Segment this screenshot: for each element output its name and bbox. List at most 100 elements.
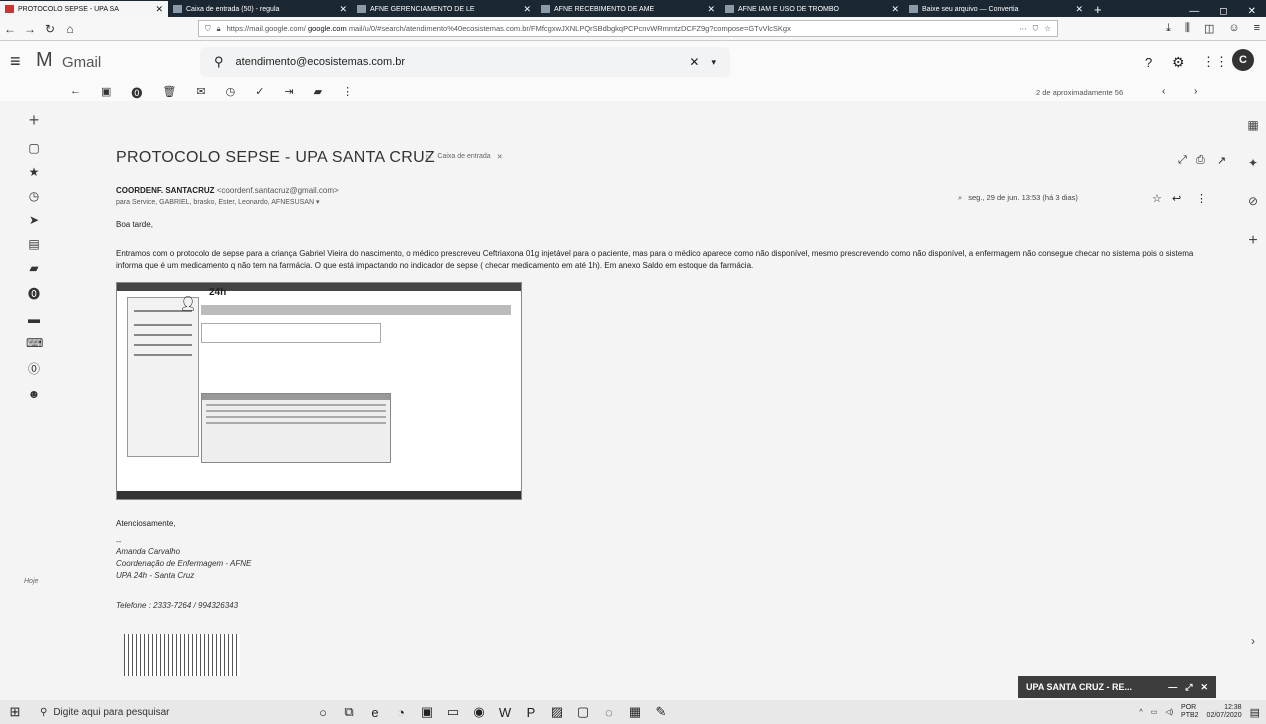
- reply-icon[interactable]: ↩: [1172, 192, 1181, 205]
- search-bar[interactable]: ⚲ atendimento@ecosistemas.com.br ✕ ▾: [200, 47, 730, 77]
- search-input[interactable]: atendimento@ecosistemas.com.br: [236, 56, 406, 68]
- label-chip[interactable]: ▷ Caixa de entrada ✕: [426, 153, 503, 161]
- cortana-icon[interactable]: ○: [310, 705, 336, 720]
- pocket-icon[interactable]: ⛉: [1033, 24, 1039, 34]
- help-icon[interactable]: ?: [1145, 55, 1152, 70]
- close-tab-icon[interactable]: ✕: [339, 4, 347, 15]
- older-icon[interactable]: ›: [1194, 86, 1197, 97]
- sent-icon[interactable]: ➤: [26, 213, 42, 227]
- browser-tab[interactable]: AFNE RECEBIMENTO DE AME ✕: [536, 1, 720, 17]
- chat-window-bar[interactable]: UPA SANTA CRUZ - RE... — ⤢ ✕: [1018, 676, 1216, 698]
- meet-icon[interactable]: ▬: [26, 312, 42, 326]
- close-tab-icon[interactable]: ✕: [707, 4, 715, 15]
- edge-icon[interactable]: e: [362, 705, 388, 720]
- chat-close-icon[interactable]: ✕: [1200, 682, 1208, 693]
- network-icon[interactable]: ▭: [1151, 708, 1158, 716]
- archive-icon[interactable]: ▣: [101, 85, 111, 101]
- apps-grid-icon[interactable]: ⋮⋮: [1202, 54, 1228, 70]
- store-icon[interactable]: ▣: [414, 704, 440, 720]
- contacts-icon[interactable]: ☻: [26, 387, 42, 401]
- search-icon[interactable]: ⚲: [214, 54, 224, 70]
- windows-start-icon[interactable]: ⊞: [0, 704, 30, 720]
- print-icon[interactable]: ⎙: [1196, 154, 1205, 167]
- forward-icon[interactable]: →: [20, 22, 40, 36]
- remove-label-icon[interactable]: ✕: [497, 153, 503, 161]
- chrome-icon[interactable]: ◉: [466, 704, 492, 720]
- browser-tab[interactable]: AFNE GERENCIAMENTO DE LE ✕: [352, 1, 536, 17]
- inbox-icon[interactable]: ▢: [26, 141, 42, 155]
- home-icon[interactable]: ⌂: [60, 22, 80, 36]
- project-icon[interactable]: P: [518, 705, 544, 720]
- bookmark-star-icon[interactable]: ☆: [1044, 24, 1051, 33]
- star-icon[interactable]: ☆: [1152, 192, 1162, 205]
- pen-icon[interactable]: ✎: [648, 704, 674, 720]
- browser-tab[interactable]: Caixa de entrada (50) - regula ✕: [168, 1, 352, 17]
- move-to-icon[interactable]: ⇥: [284, 85, 293, 101]
- keep-icon[interactable]: ✦: [1248, 156, 1258, 170]
- calculator-icon[interactable]: ▦: [622, 704, 648, 720]
- recipients-line[interactable]: para Service, GABRIEL, brasko, Ester, Le…: [116, 198, 320, 206]
- hangouts-icon[interactable]: ⓪: [26, 360, 42, 377]
- more-icon[interactable]: ⋯: [1019, 24, 1027, 33]
- more-options-icon[interactable]: ⋮: [1196, 192, 1207, 205]
- sidebar-icon[interactable]: ◫: [1204, 22, 1214, 35]
- compose-plus-icon[interactable]: +: [26, 110, 42, 131]
- language-indicator[interactable]: POR PTB2: [1181, 704, 1199, 720]
- menu-icon[interactable]: ≡: [1254, 22, 1260, 35]
- snoozed-icon[interactable]: ◷: [26, 189, 42, 203]
- browser-tab[interactable]: AFNE IAM E USO DE TROMBO ✕: [720, 1, 904, 17]
- calendar-icon[interactable]: ▦: [1247, 118, 1258, 132]
- add-addon-icon[interactable]: +: [1248, 232, 1257, 250]
- files-icon[interactable]: ▢: [570, 704, 596, 720]
- starred-icon[interactable]: ★: [26, 165, 42, 179]
- mark-unread-icon[interactable]: ✉: [196, 85, 205, 101]
- word-icon[interactable]: W: [492, 705, 518, 720]
- delete-icon[interactable]: 🗑︎: [162, 85, 176, 101]
- attached-screenshot[interactable]: 👤︎ 24h: [116, 282, 522, 500]
- app-icon[interactable]: ◌: [596, 705, 622, 720]
- tray-chevron-icon[interactable]: ^: [1139, 709, 1142, 716]
- snooze-icon[interactable]: ◷: [226, 85, 236, 101]
- search-options-icon[interactable]: ▾: [711, 57, 716, 68]
- close-tab-icon[interactable]: ✕: [155, 4, 163, 15]
- close-tab-icon[interactable]: ✕: [891, 4, 899, 15]
- avatar[interactable]: C: [1232, 49, 1254, 71]
- keyboard-icon[interactable]: ⌨: [26, 336, 43, 350]
- back-to-list-icon[interactable]: ←: [70, 85, 81, 101]
- newer-icon[interactable]: ‹: [1162, 86, 1165, 97]
- labels-icon[interactable]: ▰: [314, 85, 322, 101]
- close-window-icon[interactable]: ✕: [1238, 6, 1266, 17]
- reload-icon[interactable]: ↻: [40, 22, 60, 36]
- drafts-icon[interactable]: ▤: [26, 237, 42, 251]
- account-icon[interactable]: ☺: [1228, 22, 1239, 35]
- library-icon[interactable]: ⫼: [1185, 22, 1190, 35]
- spam-icon[interactable]: ⓿: [26, 285, 42, 302]
- report-spam-icon[interactable]: ⓿: [131, 85, 142, 101]
- open-new-window-icon[interactable]: ↗: [1217, 154, 1226, 167]
- more-actions-icon[interactable]: ⋮: [342, 85, 353, 101]
- firefox-icon[interactable]: ◔: [388, 705, 414, 720]
- browser-tab[interactable]: PROTOCOLO SEPSE - UPA SA ✕: [0, 1, 168, 17]
- close-tab-icon[interactable]: ✕: [523, 4, 531, 15]
- volume-icon[interactable]: ◁): [1165, 708, 1173, 716]
- chat-minimize-icon[interactable]: —: [1168, 682, 1177, 692]
- notifications-icon[interactable]: ▤: [1250, 706, 1260, 719]
- sender-name[interactable]: COORDENF. SANTACRUZ: [116, 186, 215, 195]
- add-task-icon[interactable]: ✓: [255, 85, 264, 101]
- explorer-icon[interactable]: ▭: [440, 704, 466, 720]
- task-view-icon[interactable]: ⧉: [336, 704, 362, 720]
- close-tab-icon[interactable]: ✕: [1075, 4, 1083, 15]
- download-icon[interactable]: ⤓: [1166, 22, 1171, 35]
- minimize-icon[interactable]: —: [1179, 6, 1209, 17]
- browser-tab[interactable]: Baixe seu arquivo — Convertia ✕: [904, 1, 1088, 17]
- label-icon[interactable]: ▰: [26, 261, 42, 275]
- photos-icon[interactable]: ▨: [544, 704, 570, 720]
- maximize-icon[interactable]: ◻: [1209, 6, 1237, 17]
- tasks-icon[interactable]: ⊘: [1248, 194, 1258, 208]
- taskbar-search[interactable]: ⚲ Digite aqui para pesquisar: [30, 707, 310, 718]
- url-bar[interactable]: ⛉ 🔒︎ https://mail.google.com/ google.com…: [198, 20, 1058, 37]
- new-tab-button[interactable]: +: [1088, 2, 1108, 17]
- clear-search-icon[interactable]: ✕: [689, 55, 699, 69]
- expand-all-icon[interactable]: ⤢: [1178, 154, 1187, 167]
- main-menu-icon[interactable]: ≡: [10, 51, 21, 72]
